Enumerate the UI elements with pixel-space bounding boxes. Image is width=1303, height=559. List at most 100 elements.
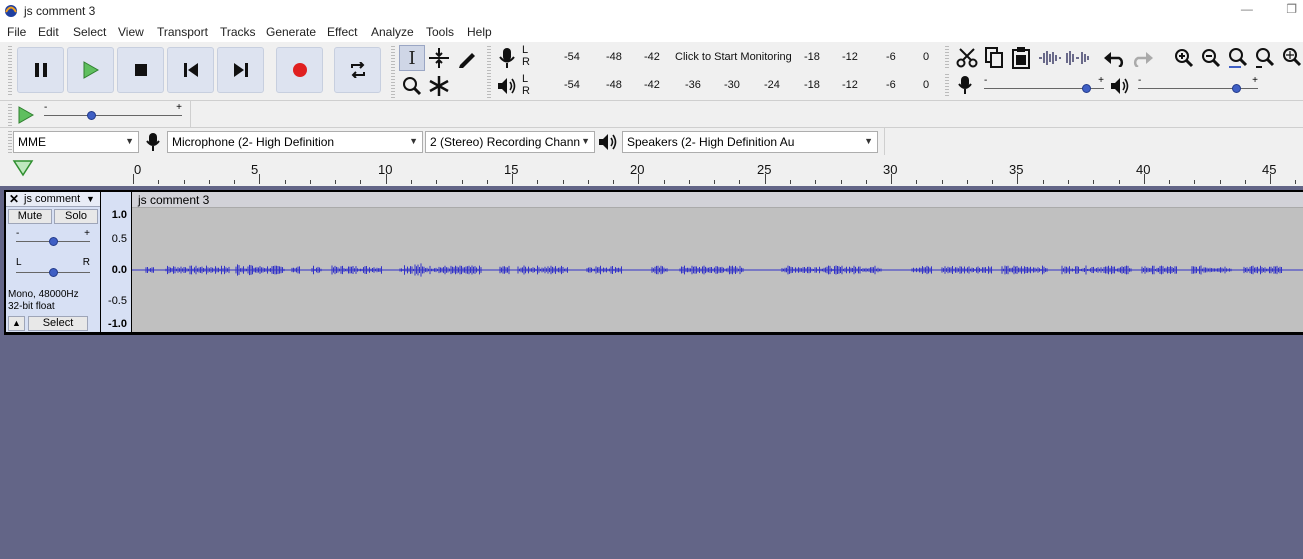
menu-tools[interactable]: Tools — [426, 25, 454, 39]
transport-toolbar-grip[interactable] — [8, 46, 12, 96]
zoom-tool[interactable] — [399, 73, 425, 99]
zoom-in-button[interactable] — [1171, 45, 1197, 71]
start-monitoring-label[interactable]: Click to Start Monitoring — [675, 51, 792, 63]
skip-to-end-button[interactable] — [217, 47, 264, 93]
mixer-toolbar-grip[interactable] — [945, 74, 949, 98]
track-format-info: Mono, 48000Hz — [8, 289, 79, 300]
recording-channels-select[interactable]: 2 (Stereo) Recording Chann ▼ — [425, 131, 595, 153]
tools-toolbar-grip[interactable] — [391, 46, 395, 98]
pan-slider[interactable]: L R — [16, 257, 90, 279]
ruler-tick — [158, 180, 159, 184]
slider-thumb[interactable] — [49, 237, 58, 246]
skip-to-start-button[interactable] — [167, 47, 214, 93]
menu-effect[interactable]: Effect — [327, 25, 357, 39]
edit-toolbar-grip[interactable] — [945, 46, 949, 70]
device-toolbar-grip[interactable] — [8, 131, 12, 153]
playback-device-select[interactable]: Speakers (2- High Definition Au ▼ — [622, 131, 878, 153]
zoom-toggle-icon — [1283, 48, 1302, 67]
collapse-track-button[interactable]: ▲ — [8, 316, 25, 331]
zoom-toggle-button[interactable] — [1279, 45, 1303, 71]
fit-project-button[interactable] — [1252, 45, 1278, 71]
multi-tool[interactable] — [426, 73, 452, 99]
scissors-icon — [956, 48, 978, 68]
play-at-speed-button[interactable] — [13, 102, 39, 128]
envelope-tool[interactable] — [426, 45, 452, 71]
record-meter[interactable]: L R -54 -48 -42 Click to Start Monitorin… — [520, 44, 935, 68]
record-tick: -12 — [842, 51, 858, 63]
slider-thumb[interactable] — [1232, 84, 1241, 93]
playback-meter[interactable]: L R -54 -48 -42 -36 -30 -24 -18 -12 -6 0 — [520, 73, 935, 97]
record-meter-r: R — [522, 56, 530, 68]
menu-bar: File Edit Select View Transport Tracks G… — [0, 22, 1303, 42]
recording-volume-slider[interactable]: - + — [984, 75, 1104, 95]
meter-toolbar-grip[interactable] — [487, 46, 491, 98]
fit-project-icon — [1256, 48, 1275, 68]
playback-meter-button[interactable] — [494, 73, 520, 99]
solo-button[interactable]: Solo — [54, 209, 98, 224]
stop-button[interactable] — [117, 47, 164, 93]
pause-button[interactable] — [17, 47, 64, 93]
menu-generate[interactable]: Generate — [266, 25, 316, 39]
selection-tool[interactable]: I — [399, 45, 425, 71]
playback-volume-slider[interactable]: - + — [1138, 75, 1258, 95]
chevron-down-icon[interactable]: ▼ — [86, 194, 95, 204]
ruler-tick — [1169, 180, 1170, 184]
record-tick: -42 — [644, 51, 660, 63]
copy-button[interactable] — [981, 45, 1007, 71]
menu-help[interactable]: Help — [467, 25, 492, 39]
recording-device-icon — [146, 133, 160, 154]
slider-thumb[interactable] — [1082, 84, 1091, 93]
select-track-button[interactable]: Select — [28, 316, 88, 331]
timeline-ruler[interactable]: 0 5 10 15 20 25 30 35 40 45 — [0, 156, 1303, 186]
play-icon — [83, 61, 99, 79]
play-at-speed-grip[interactable] — [8, 104, 12, 128]
silence-audio-button[interactable] — [1064, 45, 1090, 71]
draw-tool[interactable] — [454, 45, 480, 71]
redo-icon — [1133, 52, 1153, 67]
slider-plus-label: + — [1252, 75, 1258, 86]
clip-title-bar[interactable]: js comment 3 — [132, 192, 1303, 208]
ruler-tick — [841, 180, 842, 184]
playback-tick: -12 — [842, 79, 858, 91]
mute-button[interactable]: Mute — [8, 209, 52, 224]
waveform — [132, 263, 1303, 277]
audio-host-select[interactable]: MME ▼ — [13, 131, 139, 153]
menu-edit[interactable]: Edit — [38, 25, 59, 39]
record-button[interactable] — [276, 47, 323, 93]
undo-button[interactable] — [1102, 45, 1128, 71]
zoom-out-button[interactable] — [1198, 45, 1224, 71]
ruler-label: 45 — [1262, 162, 1277, 177]
ruler-label: 30 — [883, 162, 898, 177]
menu-file[interactable]: File — [7, 25, 26, 39]
trim-audio-button[interactable] — [1037, 45, 1063, 71]
menu-analyze[interactable]: Analyze — [371, 25, 414, 39]
cut-button[interactable] — [954, 45, 980, 71]
play-button[interactable] — [67, 47, 114, 93]
pencil-icon — [459, 53, 475, 68]
gain-slider[interactable]: - + — [16, 228, 90, 248]
ruler-tick — [942, 180, 943, 184]
close-track-icon[interactable]: ✕ — [9, 192, 19, 206]
loop-button[interactable] — [334, 47, 381, 93]
slider-thumb[interactable] — [87, 111, 96, 120]
vertical-scale[interactable]: 1.0 0.5 0.0 -0.5 -1.0 — [101, 192, 131, 332]
menu-tracks[interactable]: Tracks — [220, 25, 256, 39]
record-meter-button[interactable] — [494, 45, 520, 71]
ruler-tick — [335, 180, 336, 184]
paste-button[interactable] — [1008, 45, 1034, 71]
redo-button[interactable] — [1129, 45, 1155, 71]
menu-view[interactable]: View — [118, 25, 144, 39]
pan-left-label: L — [16, 257, 22, 268]
minimize-button[interactable]: — — [1241, 2, 1253, 16]
recording-device-select[interactable]: Microphone (2- High Definition ▼ — [167, 131, 423, 153]
slider-thumb[interactable] — [49, 268, 58, 277]
restore-button[interactable]: ❐ — [1286, 2, 1297, 16]
menu-transport[interactable]: Transport — [157, 25, 208, 39]
slider-minus-label: - — [1138, 75, 1142, 86]
track-name-menu[interactable]: js comment — [24, 193, 80, 205]
fit-selection-button[interactable] — [1225, 45, 1251, 71]
playback-tick: -54 — [564, 79, 580, 91]
play-speed-slider[interactable]: - + — [44, 102, 182, 122]
menu-select[interactable]: Select — [73, 25, 106, 39]
waveform-area[interactable] — [132, 192, 1303, 332]
